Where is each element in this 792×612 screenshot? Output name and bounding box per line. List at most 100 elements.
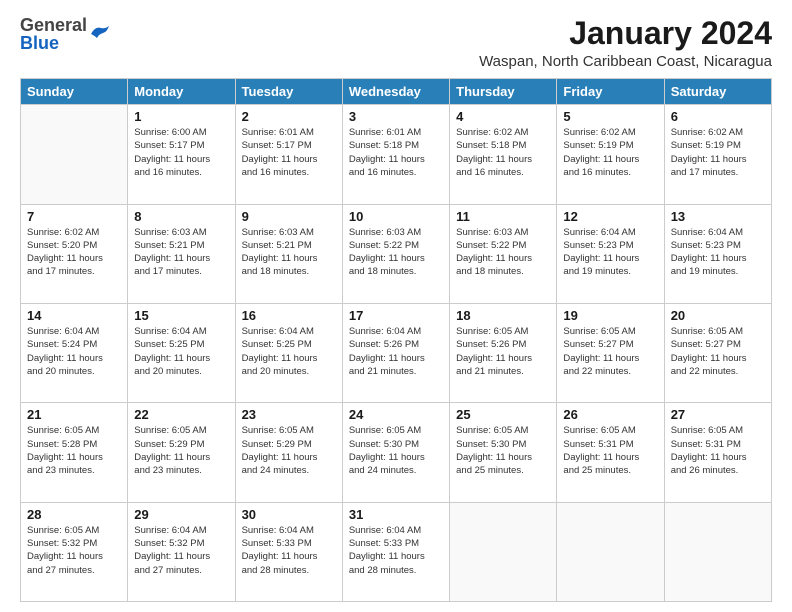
day-info: Sunrise: 6:05 AMSunset: 5:26 PMDaylight:… — [456, 325, 550, 378]
day-info: Sunrise: 6:03 AMSunset: 5:21 PMDaylight:… — [242, 226, 336, 279]
day-number: 21 — [27, 407, 121, 422]
table-row: 28Sunrise: 6:05 AMSunset: 5:32 PMDayligh… — [21, 502, 128, 601]
day-info: Sunrise: 6:04 AMSunset: 5:33 PMDaylight:… — [242, 524, 336, 577]
calendar-week-row: 7 Sunrise: 6:02 AMSunset: 5:20 PMDaylight… — [21, 204, 772, 303]
table-row: 25Sunrise: 6:05 AMSunset: 5:30 PMDayligh… — [450, 403, 557, 502]
day-number: 16 — [242, 308, 336, 323]
day-info: Sunrise: 6:04 AMSunset: 5:33 PMDaylight:… — [349, 524, 443, 577]
day-number: 8 — [134, 209, 228, 224]
col-saturday: Saturday — [664, 79, 771, 105]
day-info: Sunrise: 6:05 AMSunset: 5:30 PMDaylight:… — [456, 424, 550, 477]
table-row: 2 Sunrise: 6:01 AMSunset: 5:17 PMDaylight… — [235, 105, 342, 204]
day-info: Sunrise: 6:02 AMSunset: 5:20 PMDaylight:… — [27, 226, 121, 279]
day-info: Sunrise: 6:03 AMSunset: 5:22 PMDaylight:… — [349, 226, 443, 279]
table-row: 8 Sunrise: 6:03 AMSunset: 5:21 PMDaylight… — [128, 204, 235, 303]
day-number: 22 — [134, 407, 228, 422]
day-info: Sunrise: 6:04 AMSunset: 5:25 PMDaylight:… — [134, 325, 228, 378]
logo-blue: Blue — [20, 34, 87, 52]
day-number: 20 — [671, 308, 765, 323]
day-info: Sunrise: 6:05 AMSunset: 5:27 PMDaylight:… — [563, 325, 657, 378]
day-number: 17 — [349, 308, 443, 323]
day-info: Sunrise: 6:04 AMSunset: 5:23 PMDaylight:… — [671, 226, 765, 279]
day-number: 4 — [456, 109, 550, 124]
day-info: Sunrise: 6:00 AMSunset: 5:17 PMDaylight:… — [134, 126, 228, 179]
table-row: 14 Sunrise: 6:04 AMSunset: 5:24 PMDayligh… — [21, 303, 128, 402]
day-number: 6 — [671, 109, 765, 124]
day-info: Sunrise: 6:01 AMSunset: 5:18 PMDaylight:… — [349, 126, 443, 179]
day-number: 14 — [27, 308, 121, 323]
table-row: 26Sunrise: 6:05 AMSunset: 5:31 PMDayligh… — [557, 403, 664, 502]
day-number: 7 — [27, 209, 121, 224]
table-row: 24 Sunrise: 6:05 AMSunset: 5:30 PMDayligh… — [342, 403, 449, 502]
day-info: Sunrise: 6:02 AMSunset: 5:18 PMDaylight:… — [456, 126, 550, 179]
calendar-table: Sunday Monday Tuesday Wednesday Thursday… — [20, 78, 772, 602]
calendar-header-row: Sunday Monday Tuesday Wednesday Thursday… — [21, 79, 772, 105]
day-info: Sunrise: 6:04 AMSunset: 5:24 PMDaylight:… — [27, 325, 121, 378]
table-row: 5 Sunrise: 6:02 AMSunset: 5:19 PMDaylight… — [557, 105, 664, 204]
col-friday: Friday — [557, 79, 664, 105]
logo-name: General Blue — [20, 16, 87, 52]
day-info: Sunrise: 6:02 AMSunset: 5:19 PMDaylight:… — [563, 126, 657, 179]
page: General Blue January 2024 Waspan, North … — [0, 0, 792, 612]
col-tuesday: Tuesday — [235, 79, 342, 105]
day-info: Sunrise: 6:05 AMSunset: 5:29 PMDaylight:… — [242, 424, 336, 477]
day-info: Sunrise: 6:05 AMSunset: 5:30 PMDaylight:… — [349, 424, 443, 477]
day-number: 9 — [242, 209, 336, 224]
day-info: Sunrise: 6:04 AMSunset: 5:25 PMDaylight:… — [242, 325, 336, 378]
day-info: Sunrise: 6:05 AMSunset: 5:28 PMDaylight:… — [27, 424, 121, 477]
table-row: 30 Sunrise: 6:04 AMSunset: 5:33 PMDayligh… — [235, 502, 342, 601]
table-row — [450, 502, 557, 601]
table-row: 31 Sunrise: 6:04 AMSunset: 5:33 PMDayligh… — [342, 502, 449, 601]
table-row: 6 Sunrise: 6:02 AMSunset: 5:19 PMDaylight… — [664, 105, 771, 204]
day-number: 24 — [349, 407, 443, 422]
day-number: 26 — [563, 407, 657, 422]
table-row — [664, 502, 771, 601]
day-info: Sunrise: 6:05 AMSunset: 5:29 PMDaylight:… — [134, 424, 228, 477]
table-row: 20Sunrise: 6:05 AMSunset: 5:27 PMDayligh… — [664, 303, 771, 402]
day-number: 10 — [349, 209, 443, 224]
table-row: 15Sunrise: 6:04 AMSunset: 5:25 PMDayligh… — [128, 303, 235, 402]
col-sunday: Sunday — [21, 79, 128, 105]
day-info: Sunrise: 6:02 AMSunset: 5:19 PMDaylight:… — [671, 126, 765, 179]
subtitle: Waspan, North Caribbean Coast, Nicaragua — [479, 53, 772, 70]
col-wednesday: Wednesday — [342, 79, 449, 105]
table-row: 12Sunrise: 6:04 AMSunset: 5:23 PMDayligh… — [557, 204, 664, 303]
day-info: Sunrise: 6:03 AMSunset: 5:21 PMDaylight:… — [134, 226, 228, 279]
logo: General Blue — [20, 16, 111, 52]
table-row: 13Sunrise: 6:04 AMSunset: 5:23 PMDayligh… — [664, 204, 771, 303]
day-info: Sunrise: 6:03 AMSunset: 5:22 PMDaylight:… — [456, 226, 550, 279]
table-row: 9 Sunrise: 6:03 AMSunset: 5:21 PMDaylight… — [235, 204, 342, 303]
day-number: 12 — [563, 209, 657, 224]
day-number: 5 — [563, 109, 657, 124]
table-row: 11 Sunrise: 6:03 AMSunset: 5:22 PMDayligh… — [450, 204, 557, 303]
day-info: Sunrise: 6:05 AMSunset: 5:31 PMDaylight:… — [671, 424, 765, 477]
day-number: 23 — [242, 407, 336, 422]
table-row: 17Sunrise: 6:04 AMSunset: 5:26 PMDayligh… — [342, 303, 449, 402]
col-thursday: Thursday — [450, 79, 557, 105]
col-monday: Monday — [128, 79, 235, 105]
day-number: 1 — [134, 109, 228, 124]
table-row: 21 Sunrise: 6:05 AMSunset: 5:28 PMDayligh… — [21, 403, 128, 502]
day-info: Sunrise: 6:01 AMSunset: 5:17 PMDaylight:… — [242, 126, 336, 179]
table-row: 19Sunrise: 6:05 AMSunset: 5:27 PMDayligh… — [557, 303, 664, 402]
day-info: Sunrise: 6:05 AMSunset: 5:32 PMDaylight:… — [27, 524, 121, 577]
day-number: 11 — [456, 209, 550, 224]
table-row: 7 Sunrise: 6:02 AMSunset: 5:20 PMDaylight… — [21, 204, 128, 303]
table-row: 29Sunrise: 6:04 AMSunset: 5:32 PMDayligh… — [128, 502, 235, 601]
day-number: 31 — [349, 507, 443, 522]
table-row: 18 Sunrise: 6:05 AMSunset: 5:26 PMDayligh… — [450, 303, 557, 402]
day-number: 18 — [456, 308, 550, 323]
table-row — [21, 105, 128, 204]
calendar-week-row: 28Sunrise: 6:05 AMSunset: 5:32 PMDayligh… — [21, 502, 772, 601]
table-row: 27Sunrise: 6:05 AMSunset: 5:31 PMDayligh… — [664, 403, 771, 502]
table-row: 23 Sunrise: 6:05 AMSunset: 5:29 PMDayligh… — [235, 403, 342, 502]
table-row — [557, 502, 664, 601]
day-number: 30 — [242, 507, 336, 522]
header: General Blue January 2024 Waspan, North … — [20, 16, 772, 70]
table-row: 16 Sunrise: 6:04 AMSunset: 5:25 PMDayligh… — [235, 303, 342, 402]
table-row: 4 Sunrise: 6:02 AMSunset: 5:18 PMDaylight… — [450, 105, 557, 204]
main-title: January 2024 — [479, 16, 772, 51]
calendar-week-row: 1 Sunrise: 6:00 AMSunset: 5:17 PMDaylight… — [21, 105, 772, 204]
calendar-week-row: 21 Sunrise: 6:05 AMSunset: 5:28 PMDayligh… — [21, 403, 772, 502]
day-number: 2 — [242, 109, 336, 124]
